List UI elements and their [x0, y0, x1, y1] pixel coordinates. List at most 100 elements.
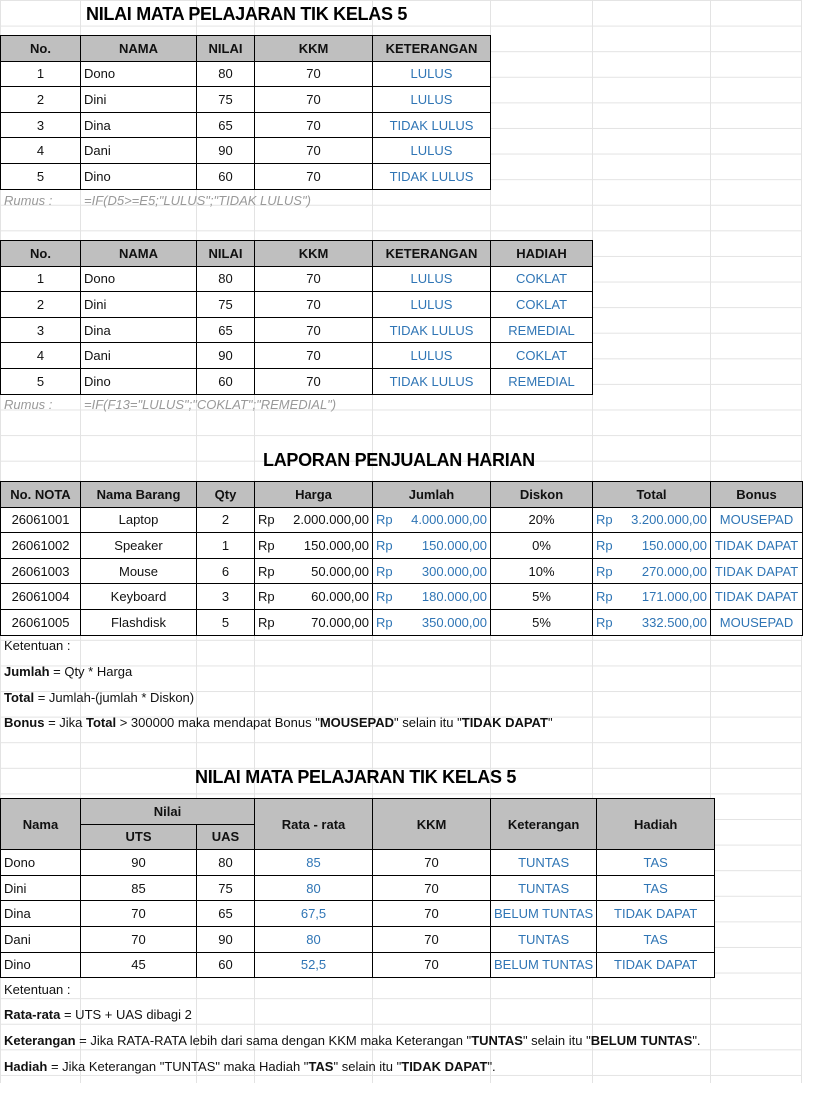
cell-harga[interactable]: Rp 50.000,00 — [254, 557, 373, 585]
cell-nama[interactable]: Dono — [0, 849, 81, 876]
cell-no[interactable]: 5 — [0, 162, 81, 190]
cell-rata-rata[interactable]: 67,5 — [254, 900, 373, 927]
cell-keterangan[interactable]: TIDAK LULUS — [372, 162, 491, 190]
cell-total[interactable]: Rp 270.000,00 — [592, 557, 711, 585]
cell-qty[interactable]: 2 — [196, 506, 255, 534]
cell-no[interactable]: 2 — [0, 86, 81, 113]
cell-nama-barang[interactable]: Speaker — [80, 532, 197, 559]
cell-kkm[interactable]: 70 — [254, 291, 373, 318]
cell-nama[interactable]: Dono — [80, 60, 197, 88]
cell-keterangan[interactable]: TIDAK LULUS — [372, 367, 491, 395]
cell-nilai[interactable]: 60 — [196, 162, 255, 190]
cell-kkm[interactable]: 70 — [254, 137, 373, 164]
cell-nama[interactable]: Dini — [80, 291, 197, 318]
cell-keterangan[interactable]: TUNTAS — [489, 925, 598, 953]
cell-no-nota[interactable]: 26061002 — [0, 532, 81, 559]
cell-uts[interactable]: 85 — [80, 874, 197, 902]
cell-nama[interactable]: Dini — [80, 86, 197, 113]
cell-keterangan[interactable]: LULUS — [372, 60, 491, 88]
cell-no[interactable]: 1 — [0, 60, 81, 88]
cell-no[interactable]: 4 — [0, 342, 81, 369]
cell-no[interactable]: 5 — [0, 367, 81, 395]
cell-qty[interactable]: 3 — [196, 583, 255, 610]
cell-hadiah[interactable]: REMEDIAL — [490, 367, 593, 395]
cell-keterangan[interactable]: LULUS — [372, 137, 491, 164]
cell-nama[interactable]: Dini — [0, 874, 81, 902]
cell-total[interactable]: Rp 171.000,00 — [592, 583, 711, 610]
cell-harga[interactable]: Rp 150.000,00 — [254, 532, 373, 559]
cell-nama[interactable]: Dina — [80, 111, 197, 139]
cell-no[interactable]: 3 — [0, 316, 81, 344]
cell-hadiah[interactable]: TIDAK DAPAT — [596, 951, 716, 979]
cell-nama-barang[interactable]: Laptop — [80, 506, 197, 534]
cell-uas[interactable]: 75 — [196, 874, 255, 902]
cell-nama[interactable]: Dina — [80, 316, 197, 344]
cell-uas[interactable]: 65 — [196, 900, 255, 927]
cell-kkm[interactable]: 70 — [372, 900, 491, 927]
cell-rata-rata[interactable]: 52,5 — [254, 951, 373, 979]
cell-kkm[interactable]: 70 — [254, 60, 373, 88]
cell-keterangan[interactable]: TUNTAS — [489, 849, 598, 876]
cell-jumlah[interactable]: Rp 300.000,00 — [372, 557, 491, 585]
rumus-formula[interactable]: =IF(F13="LULUS";"COKLAT";"REMEDIAL") — [84, 397, 336, 412]
cell-bonus[interactable]: TIDAK DAPAT — [710, 557, 803, 585]
cell-kkm[interactable]: 70 — [254, 265, 373, 293]
cell-hadiah[interactable]: TAS — [596, 925, 716, 953]
cell-nama[interactable]: Dani — [80, 137, 197, 164]
cell-rata-rata[interactable]: 80 — [254, 925, 373, 953]
cell-bonus[interactable]: TIDAK DAPAT — [710, 583, 803, 610]
cell-jumlah[interactable]: Rp 180.000,00 — [372, 583, 491, 610]
cell-harga[interactable]: Rp 70.000,00 — [254, 608, 373, 636]
cell-hadiah[interactable]: REMEDIAL — [490, 316, 593, 344]
cell-qty[interactable]: 5 — [196, 608, 255, 636]
cell-keterangan[interactable]: LULUS — [372, 342, 491, 369]
cell-diskon[interactable]: 20% — [490, 506, 593, 534]
cell-nama-barang[interactable]: Flashdisk — [80, 608, 197, 636]
cell-nama[interactable]: Dani — [80, 342, 197, 369]
cell-kkm[interactable]: 70 — [254, 316, 373, 344]
cell-keterangan[interactable]: TUNTAS — [489, 874, 598, 902]
cell-uas[interactable]: 60 — [196, 951, 255, 979]
cell-kkm[interactable]: 70 — [254, 162, 373, 190]
cell-harga[interactable]: Rp 2.000.000,00 — [254, 506, 373, 534]
cell-nama[interactable]: Dino — [80, 162, 197, 190]
cell-no-nota[interactable]: 26061001 — [0, 506, 81, 534]
cell-no[interactable]: 2 — [0, 291, 81, 318]
cell-kkm[interactable]: 70 — [254, 342, 373, 369]
cell-nama[interactable]: Dino — [80, 367, 197, 395]
cell-bonus[interactable]: MOUSEPAD — [710, 608, 803, 636]
cell-kkm[interactable]: 70 — [254, 86, 373, 113]
cell-kkm[interactable]: 70 — [372, 874, 491, 902]
cell-nilai[interactable]: 90 — [196, 342, 255, 369]
cell-total[interactable]: Rp 332.500,00 — [592, 608, 711, 636]
cell-keterangan[interactable]: LULUS — [372, 86, 491, 113]
cell-diskon[interactable]: 5% — [490, 608, 593, 636]
cell-hadiah[interactable]: TIDAK DAPAT — [596, 900, 716, 927]
cell-qty[interactable]: 6 — [196, 557, 255, 585]
cell-bonus[interactable]: TIDAK DAPAT — [710, 532, 803, 559]
cell-jumlah[interactable]: Rp 150.000,00 — [372, 532, 491, 559]
cell-uts[interactable]: 70 — [80, 925, 197, 953]
cell-nama[interactable]: Dani — [0, 925, 81, 953]
cell-diskon[interactable]: 0% — [490, 532, 593, 559]
cell-total[interactable]: Rp 150.000,00 — [592, 532, 711, 559]
cell-nilai[interactable]: 60 — [196, 367, 255, 395]
cell-uts[interactable]: 45 — [80, 951, 197, 979]
cell-kkm[interactable]: 70 — [254, 111, 373, 139]
rumus-formula[interactable]: =IF(D5>=E5;"LULUS";"TIDAK LULUS") — [84, 193, 311, 208]
cell-keterangan[interactable]: BELUM TUNTAS — [489, 951, 598, 979]
cell-no-nota[interactable]: 26061004 — [0, 583, 81, 610]
cell-hadiah[interactable]: TAS — [596, 849, 716, 876]
cell-no-nota[interactable]: 26061005 — [0, 608, 81, 636]
cell-nilai[interactable]: 65 — [196, 111, 255, 139]
cell-uts[interactable]: 90 — [80, 849, 197, 876]
cell-rata-rata[interactable]: 80 — [254, 874, 373, 902]
cell-no[interactable]: 1 — [0, 265, 81, 293]
cell-hadiah[interactable]: COKLAT — [490, 265, 593, 293]
cell-nilai[interactable]: 65 — [196, 316, 255, 344]
cell-jumlah[interactable]: Rp 4.000.000,00 — [372, 506, 491, 534]
cell-nama-barang[interactable]: Keyboard — [80, 583, 197, 610]
cell-nama[interactable]: Dino — [0, 951, 81, 979]
cell-nilai[interactable]: 80 — [196, 60, 255, 88]
cell-kkm[interactable]: 70 — [372, 925, 491, 953]
